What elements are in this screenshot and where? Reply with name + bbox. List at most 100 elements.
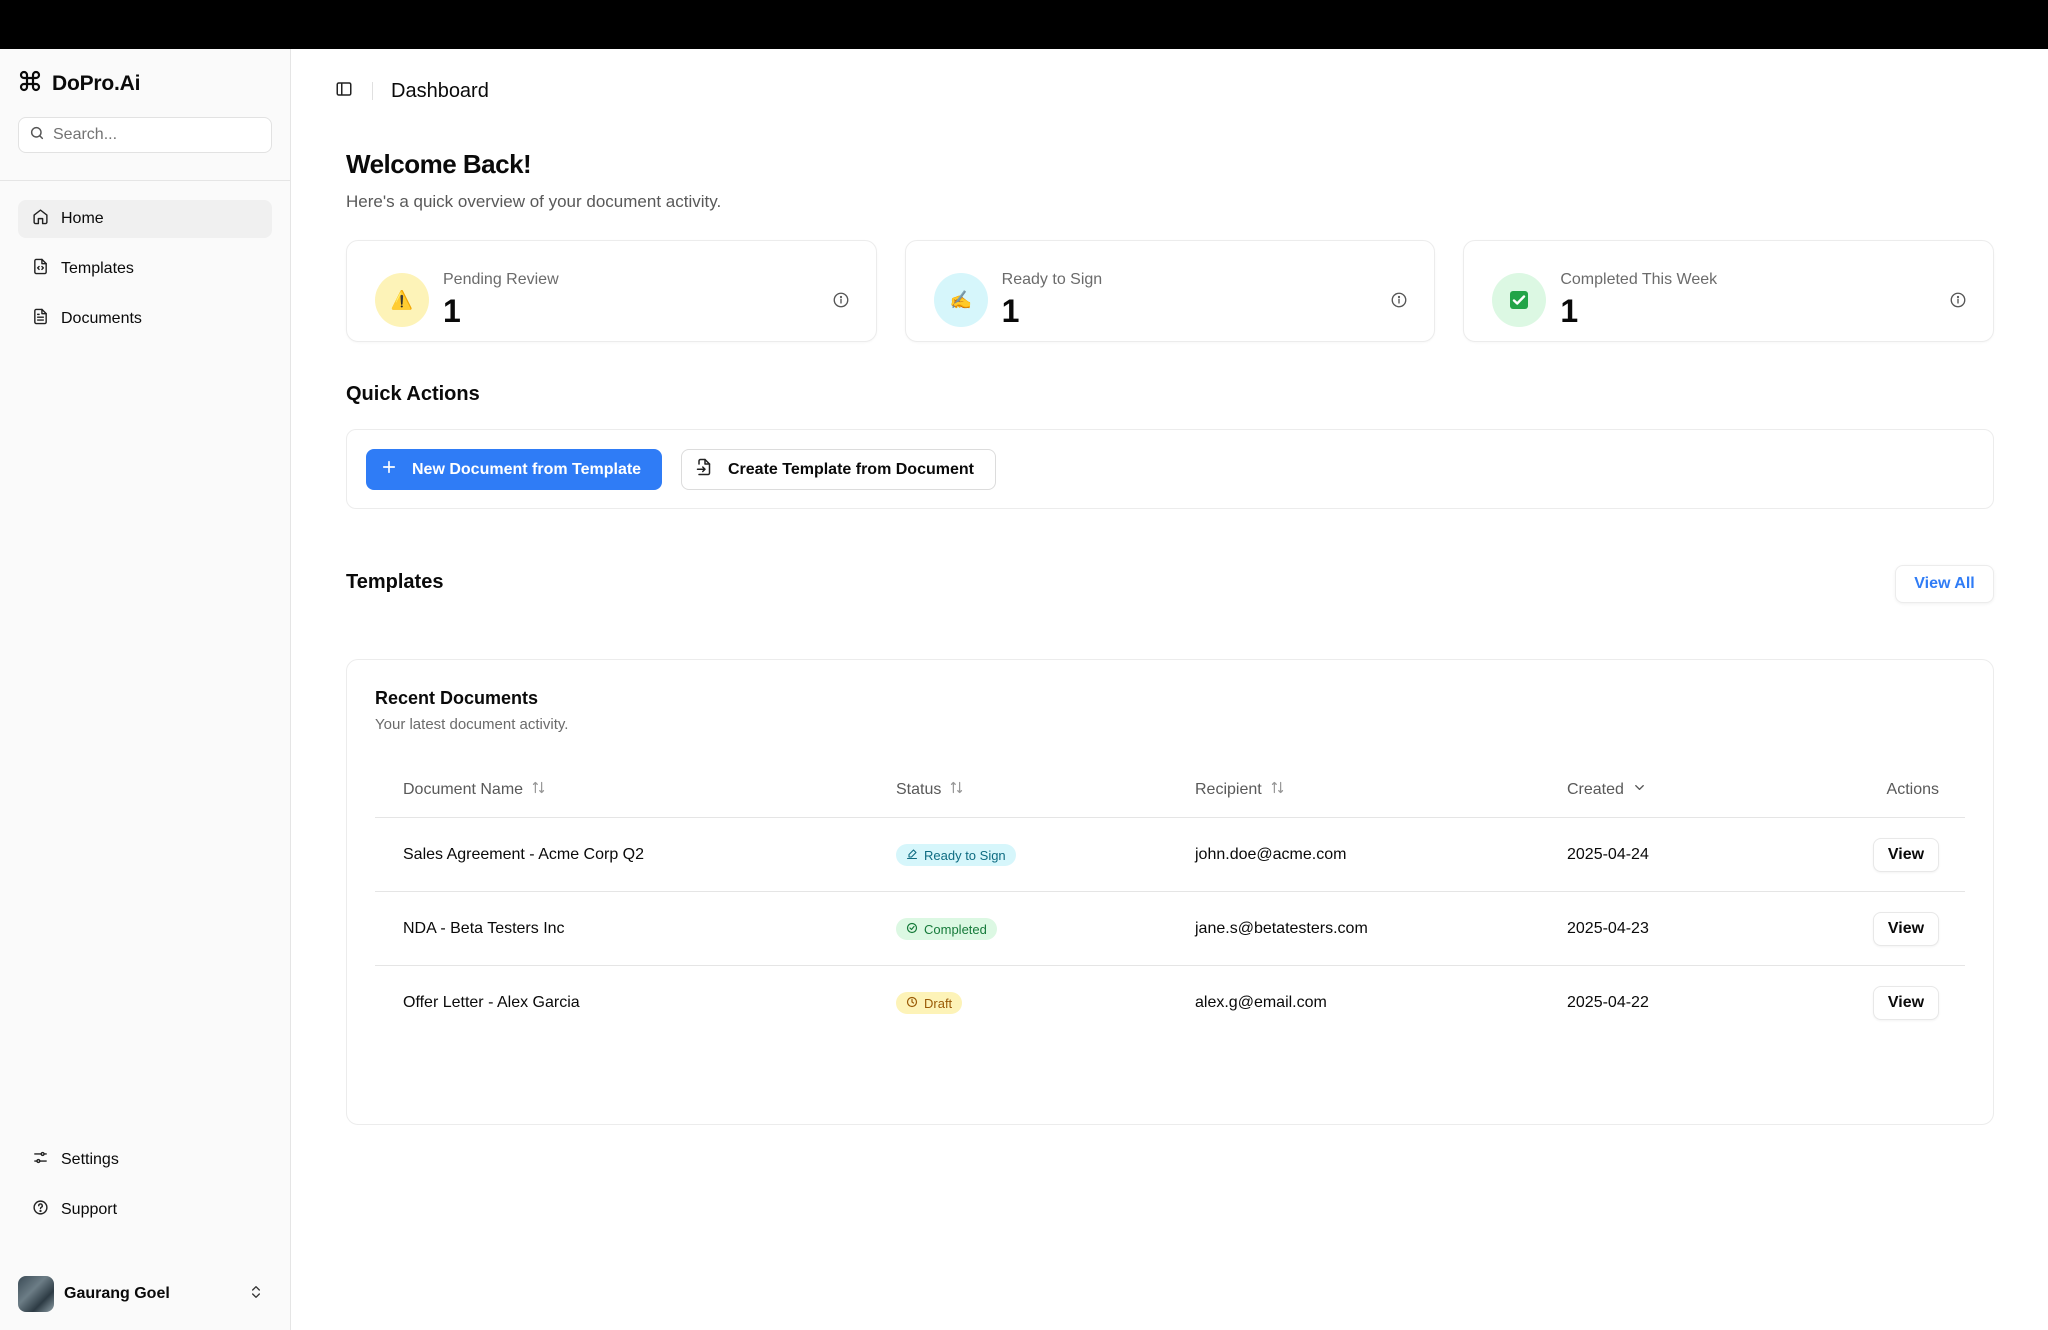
sort-arrows-icon [949,780,964,800]
stat-value: 1 [1001,293,1020,329]
quick-actions-title: Quick Actions [346,383,480,405]
document-name: Sales Agreement - Acme Corp Q2 [403,846,644,863]
stat-card-ready-to-sign: ✍️ Ready to Sign 1 [904,240,1436,342]
table-row: Sales Agreement - Acme Corp Q2 Ready to … [375,818,1965,892]
clock-icon [906,996,918,1011]
sidebar-bottom-nav: Settings Support [18,1141,272,1241]
recent-documents-title: Recent Documents [375,688,539,708]
sidebar: DoPro.Ai Home Templates Documents [0,49,291,1330]
signature-icon [906,848,918,863]
sort-arrows-icon [531,780,546,800]
search-box[interactable] [18,117,272,153]
plus-icon [380,458,398,481]
column-header-created[interactable]: Created [1567,780,1647,800]
stat-label: Pending Review [443,271,559,288]
button-label: New Document from Template [412,460,642,478]
brand[interactable]: DoPro.Ai [18,69,140,98]
sidebar-item-settings[interactable]: Settings [18,1141,272,1179]
search-icon [29,125,45,146]
status-label: Completed [924,921,987,937]
actions-cell: View [1873,966,1939,1040]
warning-emoji-icon: ⚠️ [375,273,429,327]
column-label: Document Name [403,780,524,798]
stat-card-completed-this-week: Completed This Week 1 [1463,240,1995,342]
file-code-icon [32,258,49,280]
stat-value: 1 [443,293,461,329]
chevrons-up-down-icon [248,1284,264,1305]
stat-value: 1 [1560,293,1579,329]
document-name: NDA - Beta Testers Inc [403,920,565,937]
recent-documents-card: Recent Documents Your latest document ac… [346,659,1994,1125]
column-header-status[interactable]: Status [896,780,964,800]
welcome-subtitle: Here's a quick overview of your document… [346,192,722,211]
recipient: john.doe@acme.com [1195,846,1347,863]
sidebar-item-home[interactable]: Home [18,200,272,238]
header-divider [372,82,373,100]
column-header-recipient[interactable]: Recipient [1195,780,1285,800]
sidebar-item-support[interactable]: Support [18,1191,272,1229]
sidebar-item-documents[interactable]: Documents [18,300,272,338]
info-icon[interactable] [1390,291,1408,314]
column-header-document-name[interactable]: Document Name [403,780,546,800]
created-date: 2025-04-22 [1567,994,1649,1011]
status-badge: Completed [896,918,997,940]
writing-hand-emoji-icon: ✍️ [933,273,988,327]
actions-cell: View [1873,818,1939,892]
stat-label: Completed This Week [1560,271,1718,288]
home-icon [32,208,49,230]
view-button[interactable]: View [1873,838,1939,872]
status-label: Draft [924,995,953,1011]
info-icon[interactable] [1949,291,1967,314]
recipient: alex.g@email.com [1195,994,1327,1011]
check-mark-emoji-icon [1492,273,1547,327]
created-date: 2025-04-24 [1567,846,1649,863]
status-cell: Completed [896,892,997,966]
column-label: Status [896,780,942,798]
file-text-icon [32,308,49,330]
welcome-section: Welcome Back! Here's a quick overview of… [346,149,721,212]
user-name: Gaurang Goel [64,1285,170,1302]
view-button[interactable]: View [1873,912,1939,946]
sidebar-item-label: Settings [61,1151,119,1168]
sidebar-nav: Home Templates Documents [18,200,272,350]
info-icon[interactable] [832,291,850,314]
command-icon [18,69,42,98]
user-menu[interactable]: Gaurang Goel [18,1274,272,1314]
templates-title: Templates [346,571,444,593]
stats-row: ⚠️ Pending Review 1 ✍️ Ready to Sign 1 C… [346,240,1995,342]
view-button[interactable]: View [1873,986,1939,1020]
column-header-actions: Actions [1886,780,1939,798]
table-row: Offer Letter - Alex Garcia Draft alex.g@… [375,966,1965,1040]
sidebar-toggle-button[interactable] [328,75,360,107]
sidebar-item-label: Support [61,1201,118,1218]
sliders-icon [32,1149,49,1171]
check-circle-icon [906,922,918,937]
chevron-down-icon [1632,780,1647,800]
new-document-from-template-button[interactable]: New Document from Template [366,449,662,490]
check-mark-box-icon [1510,291,1529,309]
sidebar-divider [0,180,291,181]
actions-cell: View [1873,892,1939,966]
column-label: Created [1567,780,1624,798]
stat-card-pending-review: ⚠️ Pending Review 1 [346,240,877,342]
recent-documents-subtitle: Your latest document activity. [375,716,569,733]
sidebar-item-label: Home [61,210,104,227]
file-input-icon [696,458,714,481]
table-header: Document Name Status Recipient Created A… [375,762,1965,818]
avatar [18,1276,54,1312]
page-header: Dashboard [328,75,489,107]
search-input[interactable] [53,126,253,144]
stat-label: Ready to Sign [1001,271,1103,288]
table-row: NDA - Beta Testers Inc Completed jane.s@… [375,892,1965,966]
status-cell: Draft [896,966,963,1040]
create-template-from-document-button[interactable]: Create Template from Document [681,449,996,490]
page-title: Dashboard [391,79,489,102]
sidebar-item-label: Templates [61,260,134,277]
status-cell: Ready to Sign [896,818,1016,892]
quick-actions-panel: New Document from Template Create Templa… [346,429,1994,509]
view-all-button[interactable]: View All [1895,565,1994,603]
main-content: Dashboard Welcome Back! Here's a quick o… [292,49,2048,1330]
brand-name: DoPro.Ai [52,71,141,95]
status-badge: Draft [896,992,963,1014]
sidebar-item-templates[interactable]: Templates [18,250,272,288]
